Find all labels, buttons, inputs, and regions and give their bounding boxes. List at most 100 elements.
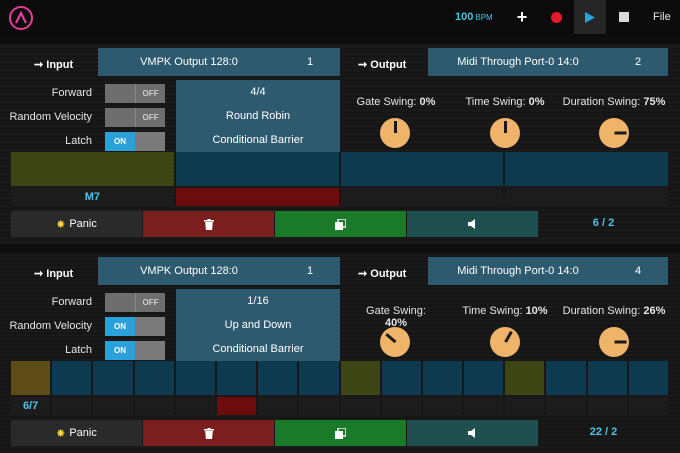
panic-button[interactable]: ✸ Panic [11,420,142,446]
step-sub-cell[interactable] [381,397,421,415]
step-cell[interactable] [546,361,586,395]
input-channel[interactable]: 1 [280,265,340,277]
step-sub-cell[interactable] [340,397,380,415]
barrier-mode[interactable]: Conditional Barrier [176,343,340,355]
toggle-switch[interactable]: OFF [105,108,165,127]
order-mode[interactable]: Up and Down [176,319,340,331]
arrow-right-icon: ➞ [34,59,47,71]
options-box: 4/4 Round Robin Conditional Barrier [176,80,340,152]
time-division[interactable]: 4/4 [176,86,340,98]
step-sub-cell[interactable] [134,397,174,415]
step-cell[interactable] [422,361,463,395]
step-cell[interactable] [505,361,545,395]
time-swing-knob[interactable] [490,327,520,357]
time-swing-knob[interactable] [490,118,520,148]
toggle-thumb [105,84,135,103]
knob-indicator [394,121,397,133]
output-port-selector[interactable]: Midi Through Port-0 14:0 2 [428,48,668,76]
output-channel[interactable]: 4 [608,265,668,277]
row-label: Forward [51,87,92,99]
step-cell[interactable] [628,361,668,395]
time-swing-label: Time Swing: 0% [465,96,545,108]
step-sub-cell[interactable] [93,397,133,415]
row-label: Random Velocity [9,111,92,123]
output-port-selector[interactable]: Midi Through Port-0 14:0 4 [428,257,668,285]
step-sub-cell[interactable] [299,397,339,415]
bpm-display[interactable]: 100 BPM [455,11,493,23]
file-menu[interactable]: File [653,11,671,23]
step-cell[interactable] [93,361,133,395]
toggle-switch[interactable]: OFF [105,84,165,103]
input-label: ➞ Input [34,59,74,71]
step-cell[interactable] [52,361,92,395]
input-channel[interactable]: 1 [280,56,340,68]
step-cell[interactable] [11,152,174,186]
toggle-state: ON [105,132,135,151]
record-button[interactable] [540,0,572,34]
step-sub-cell[interactable] [175,188,339,206]
step-cell[interactable] [175,152,339,186]
copy-button[interactable] [275,420,406,446]
step-sub-cell[interactable] [340,188,504,206]
step-sub-cell[interactable] [505,188,668,206]
play-icon [585,11,595,23]
sequencer-panel: ➞ Input VMPK Output 128:0 1 ➞ Output Mid… [0,44,680,244]
step-sub-cell[interactable] [422,397,463,415]
add-track-button[interactable]: + [506,0,538,34]
copy-button[interactable] [275,211,406,237]
arrow-right-icon: ➞ [358,268,371,280]
toggle-switch[interactable]: OFF [105,293,165,312]
step-sub-cell[interactable] [175,397,215,415]
mute-button[interactable] [407,420,538,446]
top-toolbar: 100 BPM + File [0,0,680,36]
step-cell[interactable] [340,361,380,395]
step-cell[interactable] [134,361,174,395]
duration-swing-knob[interactable] [599,327,629,357]
mute-button[interactable] [407,211,538,237]
trash-icon [203,218,214,230]
duration-swing-knob[interactable] [599,118,629,148]
step-info-text: 6/7 [22,400,39,412]
clear-button[interactable] [143,211,274,237]
step-cell[interactable] [299,361,339,395]
step-sub-cell[interactable] [52,397,92,415]
input-port-name: VMPK Output 128:0 [140,265,238,277]
step-sub-cell[interactable] [546,397,586,415]
gate-swing-knob[interactable] [380,118,410,148]
toggle-switch[interactable]: ON [105,341,165,360]
panic-button[interactable]: ✸ Panic [11,211,142,237]
toggle-switch[interactable]: ON [105,132,165,151]
input-port-selector[interactable]: VMPK Output 128:0 1 [98,257,340,285]
step-cell[interactable] [11,361,51,395]
step-cell[interactable] [340,152,504,186]
app-logo-icon[interactable] [9,6,33,30]
step-cell[interactable] [216,361,257,395]
input-port-selector[interactable]: VMPK Output 128:0 1 [98,48,340,76]
step-cell[interactable] [464,361,504,395]
time-swing-label: Time Swing: 10% [462,305,548,317]
step-cell[interactable] [258,361,298,395]
gate-swing-knob[interactable] [380,327,410,357]
output-channel[interactable]: 2 [608,56,668,68]
step-sub-cell[interactable] [464,397,504,415]
toggle-thumb [135,132,165,151]
stop-button[interactable] [608,0,640,34]
barrier-mode[interactable]: Conditional Barrier [176,134,340,146]
step-sub-cell[interactable] [258,397,298,415]
step-cell[interactable] [175,361,215,395]
step-cell[interactable] [505,152,668,186]
play-button[interactable] [574,0,606,34]
step-cell[interactable] [381,361,421,395]
toggle-switch[interactable]: ON [105,317,165,336]
step-sub-cell[interactable] [587,397,627,415]
toggle-state: OFF [135,84,165,103]
step-sub-cell[interactable] [216,397,257,415]
clear-button[interactable] [143,420,274,446]
toggle-state: OFF [135,108,165,127]
time-division[interactable]: 1/16 [176,295,340,307]
step-sub-cell[interactable] [628,397,668,415]
order-mode[interactable]: Round Robin [176,110,340,122]
step-sub-cell[interactable] [505,397,545,415]
toggle-thumb [105,108,135,127]
step-cell[interactable] [587,361,627,395]
